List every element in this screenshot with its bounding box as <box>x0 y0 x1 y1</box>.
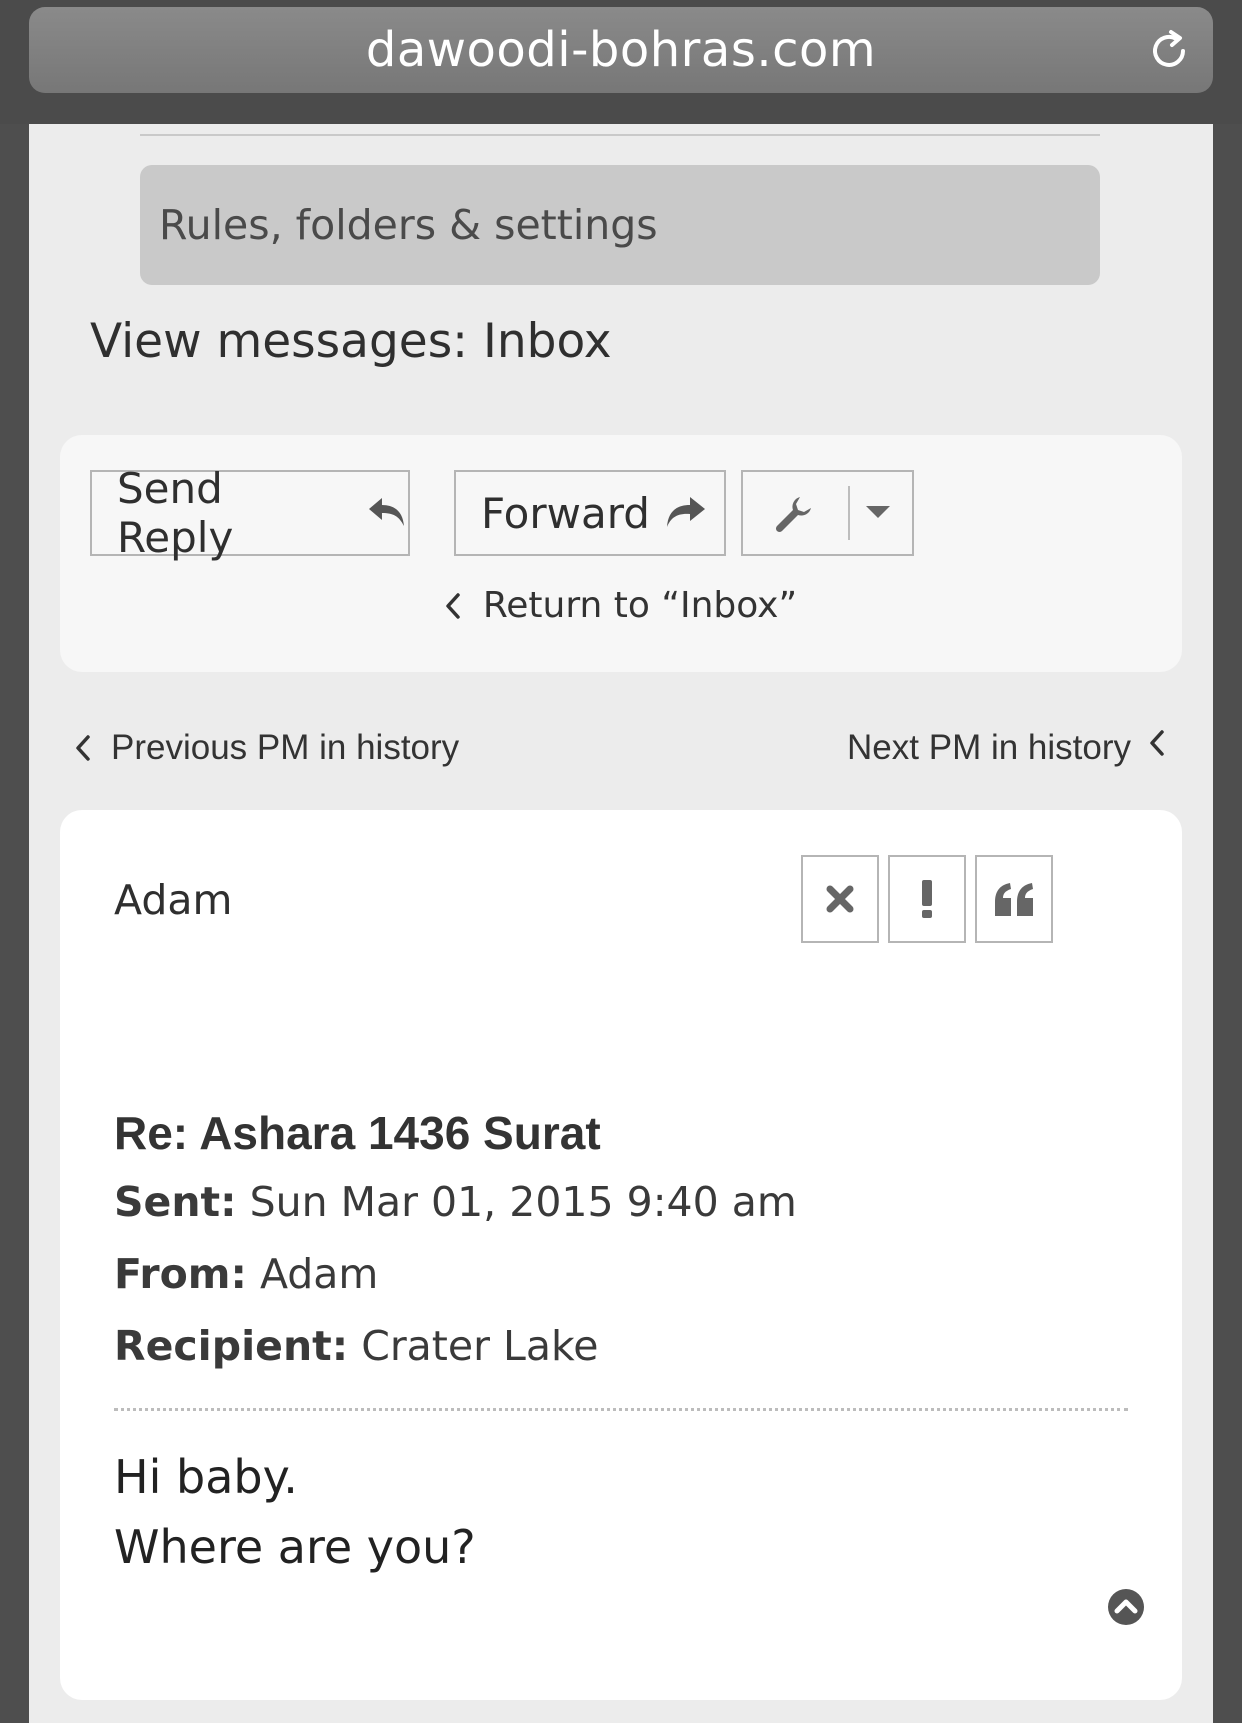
return-to-inbox-link[interactable]: Return to “Inbox” <box>60 585 1182 628</box>
page-content: Rules, folders & settings View messages:… <box>29 124 1213 1723</box>
message-tools-dropdown[interactable] <box>741 470 914 556</box>
send-reply-button[interactable]: Send Reply <box>90 464 410 562</box>
settings-nav-label: Rules, folders & settings <box>159 201 658 249</box>
quote-message-button[interactable] <box>975 855 1053 943</box>
chevron-left-icon <box>1150 730 1164 756</box>
action-panel: Send Reply Forward Return to “Inbox” <box>60 435 1182 672</box>
from-value[interactable]: Adam <box>260 1250 378 1298</box>
reply-icon <box>369 498 405 526</box>
reload-icon[interactable] <box>1147 29 1191 73</box>
chevron-left-icon <box>76 735 90 761</box>
previous-pm-link[interactable]: Previous PM in history <box>75 728 459 768</box>
settings-nav-button[interactable]: Rules, folders & settings <box>140 165 1100 285</box>
message-body-line: Hi baby. <box>114 1450 298 1504</box>
message-subject: Re: Ashara 1436 Surat <box>114 1107 601 1159</box>
caret-down-icon <box>866 506 890 518</box>
recipient-info: Recipient: Crater Lake <box>114 1322 598 1370</box>
dropdown-separator <box>848 486 850 540</box>
dotted-divider <box>114 1408 1128 1411</box>
recipient-label: Recipient: <box>114 1322 349 1370</box>
exclamation-icon <box>922 880 932 918</box>
previous-pm-label: Previous PM in history <box>111 728 460 767</box>
chevron-left-icon <box>445 587 461 628</box>
sent-value: Sun Mar 01, 2015 9:40 am <box>249 1178 797 1226</box>
address-bar[interactable]: dawoodi-bohras.com <box>29 7 1213 93</box>
recipient-value[interactable]: Crater Lake <box>361 1322 598 1370</box>
sent-label: Sent: <box>114 1178 237 1226</box>
forward-button[interactable]: Forward <box>454 470 726 556</box>
url-text: dawoodi-bohras.com <box>365 22 877 78</box>
close-icon <box>826 885 854 913</box>
page-title: View messages: Inbox <box>90 314 612 369</box>
next-pm-link[interactable]: Next PM in history <box>847 728 1165 768</box>
divider <box>140 134 1100 136</box>
chevron-up-circle-icon[interactable] <box>1107 1588 1145 1626</box>
wrench-icon <box>775 497 811 533</box>
author-name[interactable]: Adam <box>114 876 232 924</box>
from-label: From: <box>114 1250 247 1298</box>
forward-icon <box>666 497 705 527</box>
message-body-line: Where are you? <box>114 1520 476 1574</box>
report-message-button[interactable] <box>888 855 966 943</box>
from-info: From: Adam <box>114 1250 378 1298</box>
delete-message-button[interactable] <box>801 855 879 943</box>
sent-info: Sent: Sun Mar 01, 2015 9:40 am <box>114 1178 797 1226</box>
return-to-inbox-label: Return to “Inbox” <box>482 585 798 626</box>
next-pm-label: Next PM in history <box>847 728 1131 767</box>
browser-toolbar: dawoodi-bohras.com <box>0 0 1242 124</box>
message-card: Adam Re: Ashara 1436 Surat Sent: Sun Mar… <box>60 810 1182 1700</box>
quote-icon <box>995 883 1033 916</box>
forward-label: Forward <box>481 488 650 538</box>
send-reply-label: Send Reply <box>117 464 234 562</box>
